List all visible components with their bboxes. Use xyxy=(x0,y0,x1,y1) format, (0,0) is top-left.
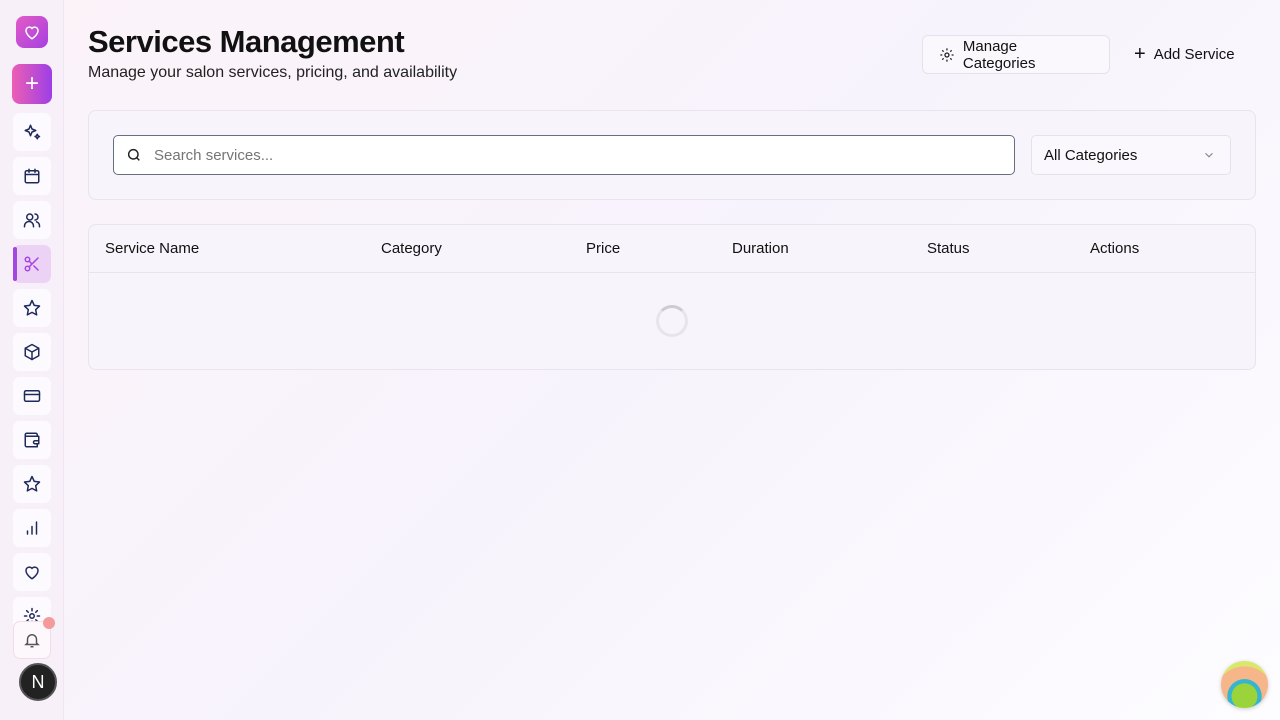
category-select[interactable]: All Categories xyxy=(1031,135,1231,175)
sidebar-item-wallet[interactable] xyxy=(13,421,51,459)
loading-spinner xyxy=(656,305,688,337)
search-field[interactable] xyxy=(113,135,1015,175)
avatar[interactable]: N xyxy=(19,663,57,701)
scissors-icon xyxy=(24,256,39,272)
sparkles-icon xyxy=(24,124,41,140)
sidebar-item-heart[interactable] xyxy=(13,553,51,591)
filter-panel: All Categories xyxy=(88,110,1256,200)
sidebar-item-calendar[interactable] xyxy=(13,157,51,195)
search-icon xyxy=(127,148,140,161)
notification-badge xyxy=(43,617,55,629)
sidebar-item-users[interactable] xyxy=(13,201,51,239)
calendar-icon xyxy=(24,168,40,184)
app-logo-heart-icon[interactable] xyxy=(16,16,48,48)
page-subtitle: Manage your salon services, pricing, and… xyxy=(88,64,458,81)
sidebar-item-star[interactable] xyxy=(13,465,51,503)
bar-chart-icon xyxy=(26,521,38,535)
sidebar-item-sparkles[interactable] xyxy=(13,113,51,151)
heart-icon xyxy=(25,566,39,580)
beach-island-widget-icon[interactable] xyxy=(1221,661,1268,708)
star-icon xyxy=(23,475,41,492)
sidebar-item-star[interactable] xyxy=(13,289,51,327)
search-input[interactable] xyxy=(154,146,1014,164)
quick-add-button[interactable]: + xyxy=(12,64,52,104)
services-table: Service Name Category Price Duration Sta… xyxy=(88,224,1256,370)
add-service-button[interactable]: + Add Service xyxy=(1118,35,1251,74)
column-duration[interactable]: Duration xyxy=(732,240,789,257)
column-actions: Actions xyxy=(1090,240,1140,257)
package-icon xyxy=(24,343,40,361)
plus-icon: + xyxy=(1134,43,1146,65)
manage-categories-button[interactable]: Manage Categories xyxy=(922,35,1110,74)
chevron-down-icon xyxy=(1205,152,1213,158)
sidebar-item-bar-chart[interactable] xyxy=(13,509,51,547)
column-service-name[interactable]: Service Name xyxy=(105,240,199,257)
column-category[interactable]: Category xyxy=(381,240,442,257)
sidebar: + N xyxy=(0,0,64,720)
users-icon xyxy=(23,213,41,228)
wallet-icon xyxy=(24,432,40,448)
page-title: Services Management xyxy=(88,24,405,59)
credit-card-icon xyxy=(23,390,41,402)
table-header: Service Name Category Price Duration Sta… xyxy=(89,225,1255,273)
sidebar-item-package[interactable] xyxy=(13,333,51,371)
star-icon xyxy=(23,299,41,316)
sidebar-item-scissors[interactable] xyxy=(13,245,51,283)
gear-icon xyxy=(940,47,954,62)
sidebar-item-credit-card[interactable] xyxy=(13,377,51,415)
column-status[interactable]: Status xyxy=(927,240,970,257)
column-price[interactable]: Price xyxy=(586,240,620,257)
